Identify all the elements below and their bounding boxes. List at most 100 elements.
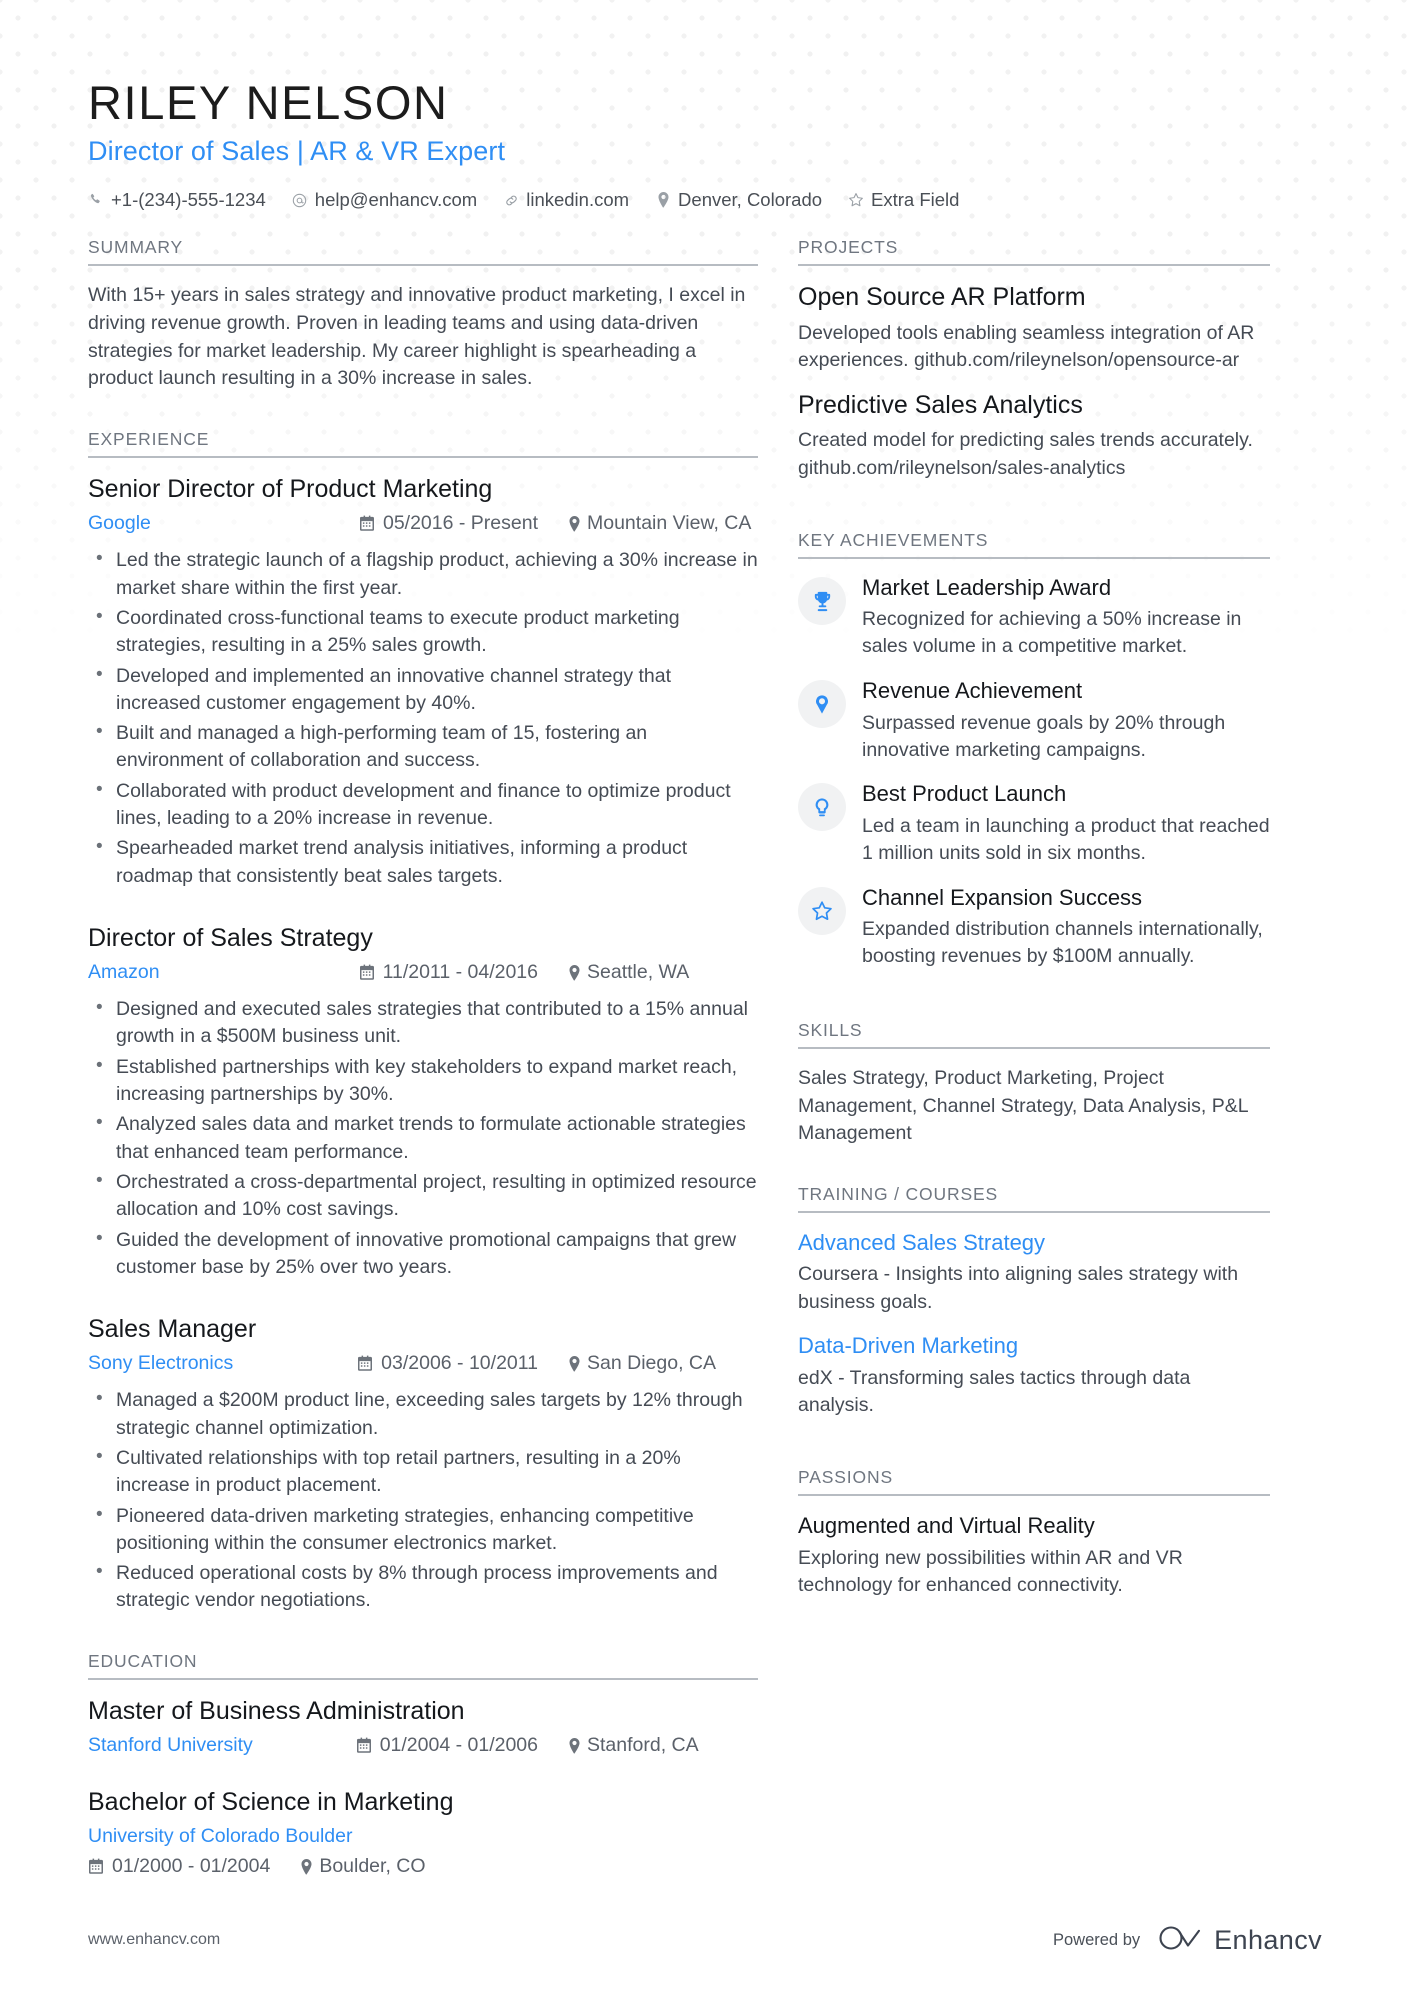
achievement-item: Best Product Launch Led a team in launchi… [798, 781, 1270, 866]
contact-item-star[interactable]: Extra Field [848, 189, 959, 211]
contact-item-link[interactable]: linkedin.com [503, 189, 629, 211]
experience-bullet: Guided the development of innovative pro… [96, 1226, 758, 1282]
achievement-body: Market Leadership Award Recognized for ac… [862, 575, 1270, 660]
passions-section: PASSIONS Augmented and Virtual Reality Ex… [798, 1467, 1270, 1599]
experience-bullet: Built and managed a high-performing team… [96, 719, 758, 775]
projects-section-title: PROJECTS [798, 237, 899, 258]
education-meta: 01/2000 - 01/2004 Boulder, CO [88, 1855, 758, 1878]
experience-bullet: Reduced operational costs by 8% through … [96, 1559, 758, 1615]
contact-text: +1-(234)-555-1234 [111, 189, 266, 211]
contact-item-location-pin[interactable]: Denver, Colorado [655, 189, 822, 211]
training-section-title: TRAINING / COURSES [798, 1183, 999, 1204]
section-divider [798, 1046, 1270, 1049]
contact-item-email[interactable]: help@enhancv.com [292, 189, 477, 211]
education-date: 01/2000 - 01/2004 [88, 1855, 270, 1878]
achievement-title: Revenue Achievement [862, 678, 1083, 704]
contact-row: +1-(234)-555-1234 help@enhancv.com linkedi… [88, 189, 1322, 211]
education-school-row: University of Colorado Boulder [88, 1825, 758, 1848]
projects-section: PROJECTS Open Source AR Platform Develope… [798, 237, 1270, 482]
education-date-text: 01/2000 - 01/2004 [112, 1855, 271, 1878]
experience-bullets: Designed and executed sales strategies t… [88, 995, 758, 1282]
project-title: Predictive Sales Analytics [798, 391, 1083, 420]
passions-section-title: PASSIONS [798, 1467, 893, 1488]
powered-by-label: Powered by [1052, 1930, 1141, 1949]
job-title: Senior Director of Product Marketing [88, 475, 493, 504]
school-name[interactable]: Stanford University [88, 1734, 253, 1757]
education-location-text: Boulder, CO [319, 1855, 426, 1878]
calendar-icon [88, 1858, 104, 1875]
location-pin-icon [568, 515, 581, 532]
experience-bullet: Developed and implemented an innovative … [96, 662, 758, 718]
education-section-title: EDUCATION [88, 1650, 198, 1671]
company-name[interactable]: Sony Electronics [88, 1352, 233, 1375]
training-list: Advanced Sales Strategy Coursera - Insigh… [798, 1229, 1270, 1419]
star-outline-icon [798, 886, 846, 935]
company-name[interactable]: Google [88, 512, 151, 535]
course-item: Advanced Sales Strategy Coursera - Insigh… [798, 1229, 1270, 1316]
skills-text: Sales Strategy, Product Marketing, Proje… [798, 1066, 1248, 1145]
email-icon [292, 192, 308, 209]
achievement-description: Recognized for achieving a 50% increase … [862, 608, 1242, 658]
experience-bullets: Managed a $200M product line, exceeding … [88, 1386, 758, 1615]
education-location: Stanford, CA [568, 1734, 758, 1757]
contact-text: help@enhancv.com [314, 189, 478, 211]
project-description: Developed tools enabling seamless integr… [798, 321, 1255, 371]
summary-section-title: SUMMARY [88, 237, 184, 258]
achievements-list: Market Leadership Award Recognized for ac… [798, 575, 1270, 970]
achievement-title: Channel Expansion Success [862, 884, 1143, 910]
left-column: SUMMARY With 15+ years in sales strategy… [88, 237, 798, 1882]
location-pin-icon [655, 192, 671, 209]
experience-bullets: Led the strategic launch of a flagship p… [88, 546, 758, 890]
resume-footer: www.enhancv.com Powered by Enhancv [0, 1885, 1410, 1995]
section-divider [88, 1677, 758, 1680]
course-description: edX - Transforming sales tactics through… [798, 1366, 1191, 1416]
achievements-section: KEY ACHIEVEMENTS Market Leadership Award… [798, 530, 1270, 970]
enhancv-logo-icon [1158, 1924, 1204, 1957]
achievement-item: Channel Expansion Success Expanded distri… [798, 885, 1270, 970]
achievements-section-title: KEY ACHIEVEMENTS [798, 530, 989, 551]
course-title[interactable]: Data-Driven Marketing [798, 1332, 1270, 1360]
footer-website-url[interactable]: www.enhancv.com [88, 1931, 220, 1949]
section-divider [798, 1494, 1270, 1497]
education-entry: Master of Business Administration Stanfor… [88, 1696, 758, 1757]
location-pin-icon [300, 1858, 313, 1875]
experience-bullet: Coordinated cross-functional teams to ex… [96, 604, 758, 660]
job-meta: Amazon 11/2011 - 04/2016 Seattle, WA [88, 961, 758, 984]
section-divider [88, 264, 758, 267]
passion-item: Augmented and Virtual Reality Exploring n… [798, 1512, 1270, 1599]
contact-item-phone[interactable]: +1-(234)-555-1234 [88, 189, 266, 211]
experience-bullet: Led the strategic launch of a flagship p… [96, 546, 758, 602]
job-meta: Google 05/2016 - Present Mountain View, CA [88, 512, 758, 535]
enhancv-brand: Enhancv [1158, 1924, 1322, 1957]
project-title: Open Source AR Platform [798, 283, 1086, 312]
company-name[interactable]: Amazon [88, 961, 160, 984]
job-title: Director of Sales Strategy [88, 923, 373, 952]
job-title: Sales Manager [88, 1315, 257, 1344]
summary-text: With 15+ years in sales strategy and inn… [88, 284, 746, 390]
project-item: Open Source AR Platform Developed tools e… [798, 282, 1270, 374]
star-icon [848, 192, 864, 209]
location-pin-icon [568, 964, 581, 981]
passions-list: Augmented and Virtual Reality Exploring n… [798, 1512, 1270, 1599]
experience-bullet: Orchestrated a cross-departmental projec… [96, 1168, 758, 1224]
section-divider [88, 456, 758, 459]
achievement-body: Revenue Achievement Surpassed revenue goa… [862, 678, 1270, 763]
experience-entry: Director of Sales Strategy Amazon 11/2011 … [88, 923, 758, 1281]
passion-description: Exploring new possibilities within AR an… [798, 1546, 1183, 1596]
projects-list: Open Source AR Platform Developed tools e… [798, 282, 1270, 482]
contact-text: Extra Field [871, 189, 960, 211]
job-location: Mountain View, CA [568, 512, 758, 535]
school-name[interactable]: University of Colorado Boulder [88, 1825, 352, 1848]
job-meta: Sony Electronics 03/2006 - 10/2011 San Die… [88, 1352, 758, 1375]
achievement-description: Expanded distribution channels internati… [862, 918, 1263, 967]
location-pin-icon [568, 1355, 581, 1372]
candidate-name: RILEY NELSON [88, 76, 449, 129]
contact-text: Denver, Colorado [678, 189, 823, 211]
calendar-icon [359, 515, 375, 532]
course-title[interactable]: Advanced Sales Strategy [798, 1229, 1270, 1257]
job-location-text: San Diego, CA [587, 1352, 716, 1375]
